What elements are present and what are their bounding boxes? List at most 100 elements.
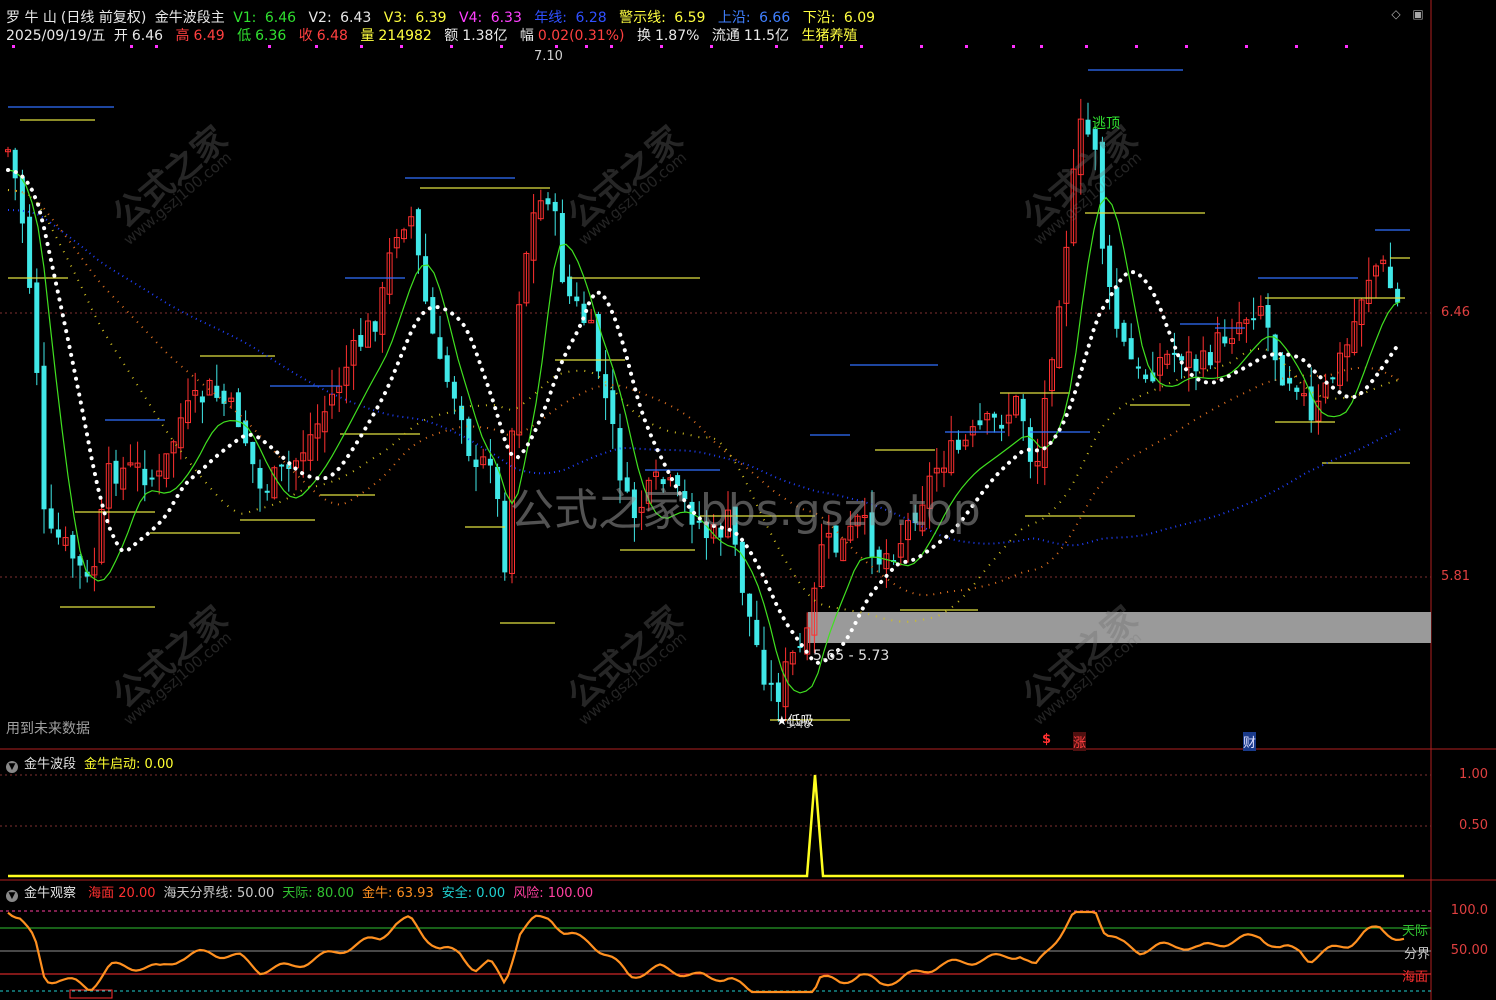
marker-rise[interactable]: 涨 (1073, 732, 1087, 751)
candle-body (149, 477, 155, 480)
signal-dot (610, 45, 613, 48)
p2-axis-05: 0.50 (1459, 818, 1488, 833)
price-label-high: 6.46 (1441, 305, 1470, 320)
candle-body (955, 439, 961, 450)
signal-dot (268, 45, 271, 48)
candle-body (279, 464, 285, 467)
p3-axis-50: 50.00 (1450, 943, 1488, 958)
panel2-title[interactable]: 金牛波段 (24, 757, 76, 772)
candle-body (1251, 318, 1257, 321)
v3-line (7, 189, 1401, 623)
candle-body (199, 396, 205, 403)
candle-body (142, 468, 148, 486)
chevron-down-icon[interactable]: ▼ (6, 761, 18, 773)
panel3-title[interactable]: 金牛观察 (24, 886, 76, 901)
candle-body (567, 276, 573, 297)
signal-dot (860, 45, 863, 48)
center-watermark: 公式之家 bbs.gszb.top (510, 485, 981, 536)
signal-dot (1085, 45, 1088, 48)
escape-top-tag: 逃顶 (1092, 116, 1120, 132)
signal-dot (965, 45, 968, 48)
panel3-legend-item: 天际: 80.00 (282, 886, 354, 901)
candle-body (1395, 288, 1401, 303)
candle-body (415, 209, 421, 256)
candle-body (977, 420, 983, 426)
panel3-legend-item: 安全: 0.00 (441, 886, 506, 901)
candle-body (1193, 358, 1199, 372)
signal-dot (1245, 45, 1248, 48)
candle-body (41, 365, 47, 510)
candle-body (1207, 352, 1213, 366)
candle-body (48, 508, 54, 529)
candle-body (502, 500, 508, 573)
candle-body (451, 381, 457, 399)
signal-dot (555, 45, 558, 48)
future-data-note: 用到未来数据 (6, 721, 90, 737)
candle-body (423, 256, 429, 302)
candle-body (257, 467, 263, 489)
signal-dot (920, 45, 923, 48)
candle-body (1020, 398, 1026, 422)
candle-body (739, 541, 745, 593)
candle-body (1107, 245, 1113, 287)
candle-body (1128, 338, 1134, 360)
marker-dollar[interactable]: $ (1042, 732, 1051, 747)
candle-body (372, 321, 378, 332)
chevron-down-icon[interactable]: ▼ (6, 890, 18, 902)
candle-body (545, 198, 551, 205)
signal-dot (1135, 45, 1138, 48)
signal-dot (775, 45, 778, 48)
candle-body (1279, 355, 1285, 386)
candle-body (617, 428, 623, 481)
signal-dot (360, 45, 363, 48)
low-price-label: 5.46 (786, 718, 811, 731)
p3-axis-100: 100.0 (1450, 903, 1488, 918)
signal-dot (1185, 45, 1188, 48)
panel2-series-value: 0.00 (144, 757, 174, 772)
signal-dot (500, 45, 503, 48)
marker-finance[interactable]: 财 (1243, 732, 1257, 751)
candle-body (473, 459, 479, 468)
panel3-legend-item: 海面 20.00 (88, 886, 156, 901)
panel3-legend-item: 金牛: 63.93 (361, 886, 434, 901)
signal-dot (12, 45, 15, 48)
signal-dot (1012, 45, 1015, 48)
signal-dot (400, 45, 403, 48)
candle-body (1294, 387, 1300, 392)
panel2-title-row: ▼ 金牛波段 金牛启动: 0.00 (6, 753, 174, 773)
boundary-label: 分界 (1404, 947, 1431, 962)
support-range-label: 5.65 - 5.73 (813, 648, 890, 664)
signal-dot (710, 45, 713, 48)
candle-body (999, 424, 1005, 429)
panel3-title-row: ▼ 金牛观察 海面 20.00 海天分界线: 50.00 天际: 80.00 金牛: 6… (6, 882, 601, 902)
sea-label: 海面 (1402, 970, 1429, 985)
candle-body (27, 216, 33, 288)
candle-body (444, 355, 450, 382)
candle-body (1121, 322, 1127, 342)
signal-dot (1345, 45, 1348, 48)
signal-dot (1295, 45, 1298, 48)
candle-body (1179, 356, 1185, 361)
signal-dot (585, 45, 588, 48)
candle-body (1135, 366, 1141, 369)
candle-body (991, 413, 997, 418)
candle-body (437, 337, 443, 359)
candle-body (250, 441, 256, 465)
panel3-legend-item: 海天分界线: 50.00 (163, 886, 275, 901)
panel2-series-label: 金牛启动: (84, 757, 141, 772)
candle-body (55, 529, 61, 538)
candle-body (610, 390, 616, 425)
sky-label: 天际 (1402, 924, 1429, 939)
candle-body (34, 282, 40, 373)
candle-body (214, 385, 220, 398)
candle-body (19, 176, 25, 224)
signal-dot (315, 45, 318, 48)
candle-body (358, 335, 364, 347)
candle-body (113, 460, 119, 484)
candle-body (264, 490, 270, 493)
signal-dot (155, 45, 158, 48)
candle-body (1143, 374, 1149, 380)
signal-dot (820, 45, 823, 48)
candle-body (1171, 352, 1177, 355)
panel3-legend-item: 风险: 100.00 (513, 886, 594, 901)
